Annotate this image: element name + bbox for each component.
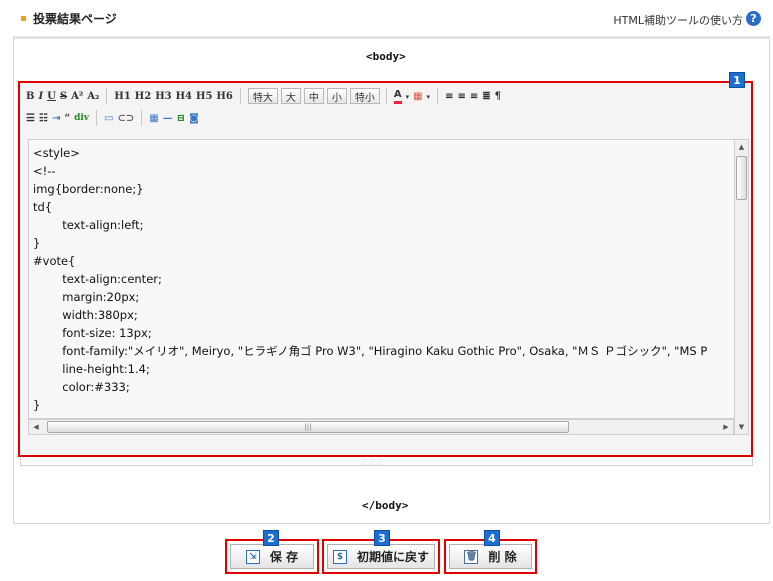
- bg-color-icon[interactable]: ▦: [413, 87, 422, 105]
- scroll-thumb-horizontal[interactable]: |||: [47, 421, 569, 433]
- save-button-label: 保 存: [269, 550, 299, 564]
- unordered-list-icon[interactable]: ☰: [26, 109, 35, 127]
- bold-button[interactable]: B: [26, 87, 34, 105]
- resize-grip-icon[interactable]: ⋰⋰⋰: [360, 458, 384, 466]
- align-left-icon[interactable]: ≡: [445, 87, 453, 105]
- toolbar-divider: [239, 88, 241, 104]
- h5-button[interactable]: H5: [196, 87, 212, 105]
- reset-button[interactable]: $ 初期値に戻す: [327, 544, 435, 569]
- help-icon[interactable]: ?: [746, 11, 761, 26]
- size-xlarge-button[interactable]: 特大: [247, 88, 278, 104]
- delete-button[interactable]: 🗑 削 除: [449, 544, 532, 569]
- div-insert-icon[interactable]: div: [74, 109, 89, 127]
- table-icon[interactable]: ▦: [149, 109, 158, 127]
- size-medium-button[interactable]: 中: [303, 88, 324, 104]
- editor-resize-bar: [20, 458, 753, 466]
- scroll-thumb[interactable]: [736, 156, 747, 200]
- annotation-badge-4: 4: [484, 530, 500, 546]
- h2-button[interactable]: H2: [135, 87, 151, 105]
- reset-icon: $: [332, 549, 347, 564]
- vertical-scrollbar[interactable]: ▲ ▼: [734, 139, 749, 435]
- h6-button[interactable]: H6: [216, 87, 232, 105]
- scroll-up-icon[interactable]: ▲: [735, 140, 748, 154]
- quote-icon[interactable]: “: [64, 109, 70, 127]
- image-icon[interactable]: ▭: [104, 109, 113, 127]
- toolbar-divider: [385, 88, 387, 104]
- horizontal-rule-icon[interactable]: —: [163, 109, 173, 127]
- reset-button-label: 初期値に戻す: [356, 550, 429, 564]
- toolbar-divider: [96, 110, 98, 126]
- annotation-badge-3: 3: [374, 530, 390, 546]
- trash-icon: 🗑: [464, 549, 479, 564]
- h1-button[interactable]: H1: [114, 87, 130, 105]
- superscript-button[interactable]: A²: [71, 87, 83, 105]
- size-small-button[interactable]: 小: [326, 88, 347, 104]
- toolbar-divider: [437, 88, 439, 104]
- scroll-down-icon[interactable]: ▼: [735, 420, 748, 434]
- page-title: 投票結果ページ: [33, 12, 117, 26]
- scroll-right-icon[interactable]: ▶: [719, 420, 733, 434]
- align-center-icon[interactable]: ≡: [457, 87, 465, 105]
- body-open-tag: <body>: [366, 50, 406, 63]
- code-content: <style> <!-- img{border:none;} td{ text-…: [33, 146, 708, 418]
- size-large-button[interactable]: 大: [280, 88, 301, 104]
- annotation-badge-2: 2: [263, 530, 279, 546]
- align-right-icon[interactable]: ≡: [470, 87, 478, 105]
- html-editor: B I U S A² A₂ H1 H2 H3 H4 H5 H6 特大 大 中 小…: [18, 81, 753, 457]
- underline-button[interactable]: U: [47, 87, 56, 105]
- annotation-badge-1: 1: [729, 72, 745, 88]
- strike-button[interactable]: S: [60, 87, 67, 105]
- help-link[interactable]: HTML補助ツールの使い方: [613, 12, 743, 28]
- object-icon[interactable]: ◙: [189, 109, 199, 127]
- subscript-button[interactable]: A₂: [87, 87, 99, 105]
- size-xsmall-button[interactable]: 特小: [349, 88, 380, 104]
- toolbar-row-2: ☰ ☷ ⇥ “ div ▭ ⊂⊃ ▦ — ⊟ ◙: [26, 109, 203, 127]
- delete-button-label: 削 除: [488, 550, 517, 564]
- italic-button[interactable]: I: [38, 87, 43, 105]
- ordered-list-icon[interactable]: ☷: [39, 109, 48, 127]
- pagebreak-icon[interactable]: ⊟: [177, 109, 185, 127]
- toolbar-row-1: B I U S A² A₂ H1 H2 H3 H4 H5 H6 特大 大 中 小…: [26, 87, 505, 105]
- h4-button[interactable]: H4: [176, 87, 192, 105]
- chevron-down-icon[interactable]: ▾: [427, 87, 431, 105]
- font-color-icon[interactable]: A: [393, 88, 402, 104]
- title-bullet: [21, 16, 26, 21]
- save-button[interactable]: ⇲ 保 存: [230, 544, 314, 569]
- code-textarea[interactable]: <style> <!-- img{border:none;} td{ text-…: [28, 139, 734, 419]
- horizontal-scrollbar[interactable]: ◀ ||| ▶: [28, 419, 734, 435]
- chevron-down-icon[interactable]: ▾: [406, 87, 410, 105]
- h3-button[interactable]: H3: [155, 87, 171, 105]
- page-header: 投票結果ページ HTML補助ツールの使い方 ?: [0, 0, 773, 32]
- body-close-tag: </body>: [362, 499, 409, 512]
- link-icon[interactable]: ⊂⊃: [118, 109, 135, 127]
- indent-icon[interactable]: ⇥: [52, 109, 60, 127]
- toolbar-divider: [106, 88, 108, 104]
- justify-icon[interactable]: ≣: [482, 87, 490, 105]
- toolbar-divider: [141, 110, 143, 126]
- paragraph-icon[interactable]: ¶: [495, 87, 501, 105]
- scroll-left-icon[interactable]: ◀: [29, 420, 43, 434]
- save-icon: ⇲: [245, 549, 260, 564]
